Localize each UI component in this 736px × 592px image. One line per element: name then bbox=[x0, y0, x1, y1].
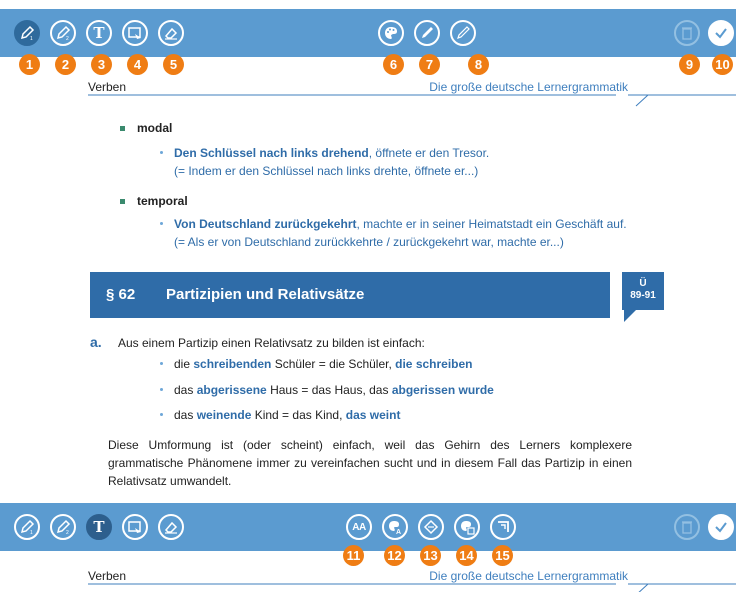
confirm-check-icon[interactable] bbox=[708, 20, 734, 46]
sub-bullet bbox=[160, 388, 163, 391]
running-head-left: Verben bbox=[88, 80, 127, 94]
badge-11: 11 bbox=[343, 545, 364, 566]
running-head-right: Die große deutsche Lernergrammatik bbox=[429, 80, 628, 94]
point-letter-a: a. bbox=[90, 334, 102, 350]
pen-1-icon[interactable]: 1 bbox=[14, 20, 40, 46]
text-icon[interactable]: T bbox=[86, 20, 112, 46]
heading-temporal: temporal bbox=[137, 194, 188, 208]
brush-thin-icon[interactable] bbox=[450, 20, 476, 46]
ex1-p2: schreibenden bbox=[193, 357, 272, 371]
modal-paraphrase: (= Indem er den Schlüssel nach links dre… bbox=[174, 164, 479, 178]
badge-13: 13 bbox=[420, 545, 441, 566]
text-color-icon[interactable]: A bbox=[382, 514, 408, 540]
section-number: § 62 bbox=[106, 286, 136, 303]
modal-example-bold: Den Schlüssel nach links drehend bbox=[174, 146, 369, 160]
image-comment-icon[interactable] bbox=[122, 514, 148, 540]
badge-1: 1 bbox=[19, 54, 40, 75]
point-a-intro: Aus einem Partizip einen Relativsatz zu … bbox=[118, 336, 425, 350]
color-palette-icon[interactable] bbox=[378, 20, 404, 46]
text-icon-glyph: T bbox=[93, 517, 105, 536]
svg-text:A: A bbox=[396, 529, 401, 535]
badge-2: 2 bbox=[55, 54, 76, 75]
section-title: Partizipien und Relativsätze bbox=[166, 286, 365, 303]
badge-12: 12 bbox=[384, 545, 405, 566]
participle-example-1: die schreibenden Schüler = die Schüler, … bbox=[174, 356, 473, 372]
participle-example-3: das weinende Kind = das Kind, das weint bbox=[174, 407, 400, 423]
exercise-tag-tail bbox=[624, 310, 636, 322]
bullet-modal bbox=[120, 126, 125, 131]
temporal-paraphrase: (= Als er von Deutschland zurückkehrte /… bbox=[174, 235, 564, 249]
badge-10: 10 bbox=[712, 54, 733, 75]
ex2-p2: abgerissene bbox=[196, 383, 267, 397]
badge-7: 7 bbox=[419, 54, 440, 75]
brush-thick-icon[interactable] bbox=[414, 20, 440, 46]
pen-2-icon[interactable]: 2 bbox=[50, 20, 76, 46]
participle-example-2: das abgerissene Haus = das Haus, das abg… bbox=[174, 382, 494, 398]
image-comment-icon[interactable] bbox=[122, 20, 148, 46]
ex3-p4: das weint bbox=[345, 408, 401, 422]
explanation-paragraph: Diese Umformung ist (oder scheint) einfa… bbox=[108, 438, 632, 488]
badge-8: 8 bbox=[468, 54, 489, 75]
ex2-p3: Haus = das Haus, das bbox=[266, 383, 392, 397]
badge-4: 4 bbox=[127, 54, 148, 75]
sub-bullet bbox=[160, 362, 163, 365]
running-head-rule bbox=[88, 583, 736, 592]
exercise-label: Ü bbox=[639, 278, 647, 289]
svg-text:2: 2 bbox=[66, 530, 69, 535]
highlight-shape-icon[interactable] bbox=[418, 514, 444, 540]
section-header: § 62 Partizipien und Relativsätze bbox=[90, 272, 610, 318]
svg-text:1: 1 bbox=[30, 530, 33, 535]
temporal-example-bold: Von Deutschland zurückgekehrt bbox=[174, 217, 357, 231]
confirm-check-icon[interactable] bbox=[708, 514, 734, 540]
pen-2-icon[interactable]: 2 bbox=[50, 514, 76, 540]
sub-bullet bbox=[160, 222, 163, 225]
temporal-example: Von Deutschland zurückgekehrt, machte er… bbox=[174, 216, 627, 232]
modal-example: Den Schlüssel nach links drehend, öffnet… bbox=[174, 145, 489, 161]
running-head-bottom: Verben Die große deutsche Lernergrammati… bbox=[88, 569, 736, 592]
text-icon[interactable]: T bbox=[86, 514, 112, 540]
heading-modal: modal bbox=[137, 121, 173, 135]
bullet-temporal bbox=[120, 199, 125, 204]
top-toolbar: 1 2 T bbox=[0, 9, 736, 57]
badge-6: 6 bbox=[383, 54, 404, 75]
ex2-p1: das bbox=[174, 383, 197, 397]
badge-15: 15 bbox=[492, 545, 513, 566]
sub-bullet bbox=[160, 413, 163, 416]
temporal-example-rest: , machte er in seiner Heimatstadt ein Ge… bbox=[356, 217, 627, 231]
exercise-range: 89-91 bbox=[630, 290, 656, 301]
running-head-right: Die große deutsche Lernergrammatik bbox=[429, 569, 628, 583]
bottom-toolbar: 1 2 T AA A bbox=[0, 503, 736, 551]
trash-icon[interactable] bbox=[674, 514, 700, 540]
modal-example-rest: , öffnete er den Tresor. bbox=[368, 146, 490, 160]
badge-14: 14 bbox=[456, 545, 477, 566]
badge-5: 5 bbox=[163, 54, 184, 75]
svg-text:1: 1 bbox=[30, 36, 33, 41]
ex3-p1: das bbox=[174, 408, 197, 422]
running-head-top: Verben Die große deutsche Lernergrammati… bbox=[88, 80, 736, 107]
text-frame-icon[interactable] bbox=[490, 514, 516, 540]
font-size-glyph: AA bbox=[352, 521, 366, 533]
ex1-p3: Schüler = die Schüler, bbox=[271, 357, 396, 371]
ex1-p1: die bbox=[174, 357, 194, 371]
badge-3: 3 bbox=[91, 54, 112, 75]
eraser-icon[interactable] bbox=[158, 20, 184, 46]
ex1-p4: die schreiben bbox=[395, 357, 473, 371]
running-head-rule bbox=[88, 94, 736, 107]
background-color-icon[interactable] bbox=[454, 514, 480, 540]
svg-text:2: 2 bbox=[66, 36, 69, 41]
sub-bullet bbox=[160, 151, 163, 154]
ex3-p3: Kind = das Kind, bbox=[251, 408, 346, 422]
ex2-p4: abgerissen wurde bbox=[391, 383, 494, 397]
pen-1-icon[interactable]: 1 bbox=[14, 514, 40, 540]
trash-icon[interactable] bbox=[674, 20, 700, 46]
running-head-left: Verben bbox=[88, 569, 127, 583]
font-size-icon[interactable]: AA bbox=[346, 514, 372, 540]
eraser-icon[interactable] bbox=[158, 514, 184, 540]
ex3-p2: weinende bbox=[196, 408, 252, 422]
badge-9: 9 bbox=[679, 54, 700, 75]
text-icon-glyph: T bbox=[93, 23, 105, 42]
exercise-reference-tag[interactable]: Ü 89-91 bbox=[622, 272, 664, 310]
